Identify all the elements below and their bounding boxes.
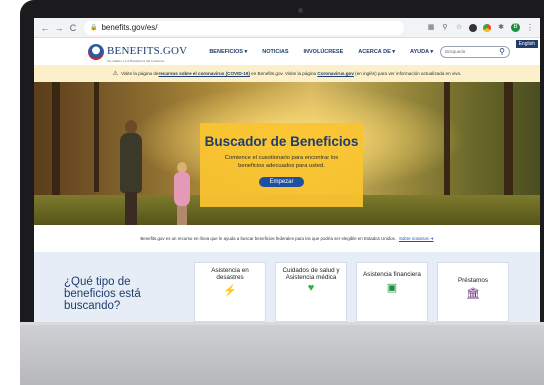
tree-trunk — [504, 82, 513, 207]
lightning-icon: ⚡ — [223, 285, 237, 297]
extension-dark-icon[interactable] — [469, 23, 477, 32]
logo-name: BENEFITS.GOV — [107, 44, 188, 57]
star-icon[interactable]: ☆ — [455, 24, 463, 32]
hero-text: Comience el cuestionario para encontrar … — [224, 155, 339, 169]
back-button[interactable]: ← — [38, 18, 52, 38]
profile-avatar[interactable]: B — [511, 23, 520, 32]
benefit-types-section: ¿Qué tipo de beneficios está buscando? A… — [34, 252, 540, 322]
site-header: BENEFITS.GOV Su camino a los Beneficios … — [34, 38, 540, 65]
hero-card: Buscador de Beneficios Comience el cuest… — [200, 123, 363, 207]
hero-banner: Buscador de Beneficios Comience el cuest… — [34, 82, 540, 225]
lock-icon: 🔒 — [90, 25, 98, 31]
card-loans[interactable]: Préstamos 🏛 — [437, 262, 509, 322]
zoom-icon[interactable]: ⚲ — [441, 24, 449, 32]
search-input[interactable]: Búsqueda ⚲ — [440, 45, 510, 58]
extensions-area: ▦ ⚲ ☆ ✱ B ⋮ — [427, 23, 540, 32]
url-text: benefits.gov/es/ — [101, 23, 158, 32]
warning-icon: ⚠ — [112, 71, 118, 77]
nav-noticias[interactable]: NOTICIAS — [262, 49, 288, 55]
logo-tagline: Su camino a los Beneficios del Gobierno — [107, 58, 165, 63]
search-icon[interactable]: ⚲ — [499, 47, 505, 57]
logo-mark-icon — [88, 43, 104, 60]
hero-title: Buscador de Beneficios — [204, 134, 359, 149]
tree-trunk — [444, 82, 450, 202]
mother-figure — [116, 120, 146, 225]
alert-link-covid[interactable]: recursos sobre el coronavirus (COVID-19) — [158, 71, 249, 76]
browser-toolbar: ← → C 🔒 benefits.gov/es/ ▦ ⚲ ☆ ✱ B ⋮ — [34, 18, 540, 38]
alert-text-suffix: (en inglés) para ver información actuali… — [353, 71, 462, 76]
camera-icon — [298, 8, 303, 13]
puzzle-icon[interactable]: ✱ — [497, 24, 505, 32]
info-strip: Benefits.gov es un recurso en línea que … — [34, 225, 540, 252]
menu-icon[interactable]: ⋮ — [526, 23, 534, 32]
bank-icon: 🏛 — [466, 288, 480, 300]
start-button[interactable]: Empezar — [259, 177, 304, 187]
tree-trunk — [94, 82, 99, 192]
nav-acerca-de[interactable]: ACERCA DE ▾ — [358, 49, 395, 55]
benefit-types-title: ¿Qué tipo de beneficios está buscando? — [64, 276, 141, 312]
child-figure — [172, 162, 192, 225]
card-financial-assistance[interactable]: Asistencia financiera ▣ — [356, 262, 428, 322]
nav-ayuda[interactable]: AYUDA ▾ — [410, 49, 433, 55]
money-icon: ▣ — [386, 282, 398, 294]
search-placeholder: Búsqueda — [445, 49, 466, 54]
translate-icon[interactable]: ▦ — [427, 24, 435, 32]
tree-trunk — [52, 82, 60, 202]
nav-beneficios[interactable]: BENEFICIOS ▾ — [209, 49, 247, 55]
english-button[interactable]: English — [515, 40, 538, 48]
site-logo[interactable]: BENEFITS.GOV Su camino a los Beneficios … — [88, 41, 187, 63]
card-label: Asistencia financiera — [363, 271, 421, 278]
about-us-link[interactable]: Sobre nosotros ➜ — [399, 236, 434, 242]
alert-text-prefix: Visite la página de — [120, 71, 159, 76]
card-health-care[interactable]: Cuidados de salud y Asistencia médica ♥ — [275, 262, 347, 322]
logo-text: BENEFITS.GOV Su camino a los Beneficios … — [107, 41, 187, 63]
card-label: Asistencia en desastres — [211, 267, 249, 281]
alert-link-coronavirus-gov[interactable]: Coronavirus.gov — [317, 71, 354, 76]
extension-color-icon[interactable] — [483, 23, 491, 32]
screen: ← → C 🔒 benefits.gov/es/ ▦ ⚲ ☆ ✱ B ⋮ BEN… — [34, 18, 540, 322]
card-disaster-assistance[interactable]: Asistencia en desastres ⚡ — [194, 262, 266, 322]
reload-button[interactable]: C — [66, 18, 80, 38]
alert-text-middle: en Benefits.gov. Visite la página — [249, 71, 318, 76]
alert-banner: ⚠ Visite la página de recursos sobre el … — [34, 65, 540, 82]
heart-icon: ♥ — [307, 282, 315, 294]
card-label: Cuidados de salud y Asistencia médica — [282, 267, 340, 281]
main-nav: BENEFICIOS ▾ NOTICIAS INVOLÚCRESE ACERCA… — [209, 49, 433, 55]
forward-button[interactable]: → — [52, 18, 66, 38]
address-bar[interactable]: 🔒 benefits.gov/es/ — [84, 20, 404, 35]
card-label: Préstamos — [457, 277, 489, 284]
nav-involucrese[interactable]: INVOLÚCRESE — [304, 49, 344, 55]
info-text: Benefits.gov es un recurso en línea que … — [140, 236, 396, 241]
monitor-chin — [20, 325, 544, 385]
